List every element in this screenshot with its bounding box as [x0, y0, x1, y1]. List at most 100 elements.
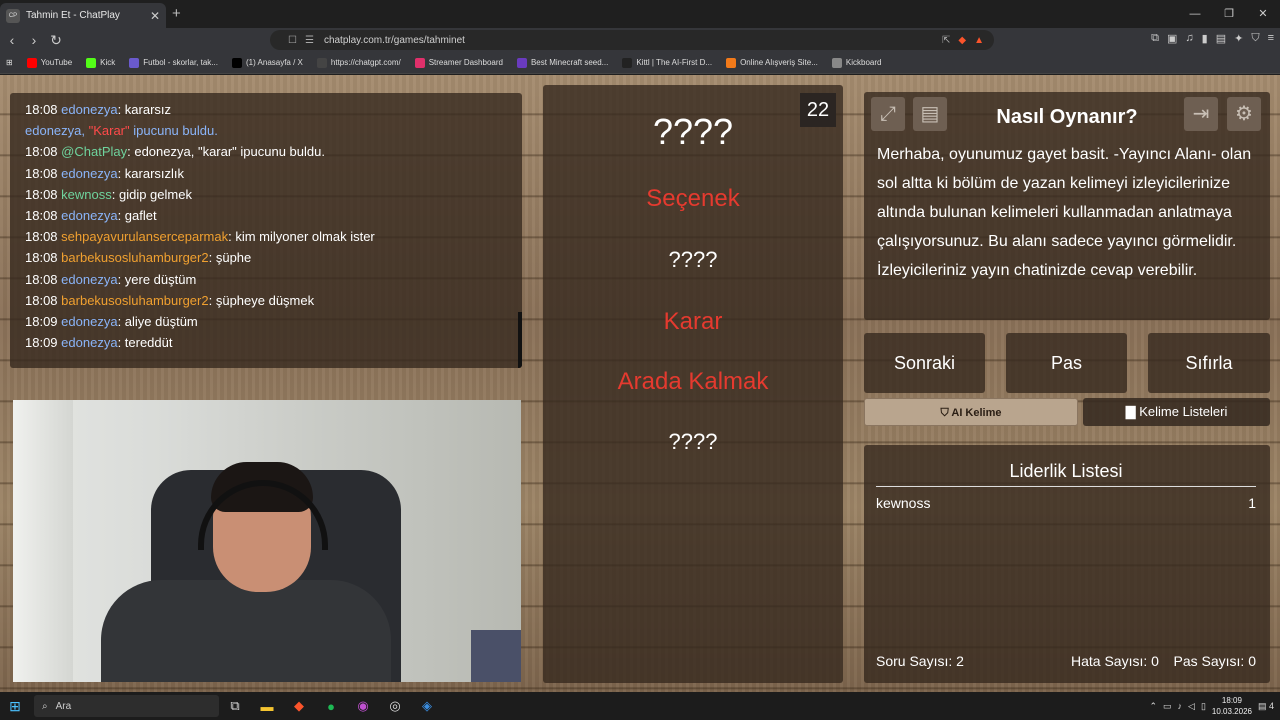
maximize-button[interactable]: ❐: [1212, 0, 1246, 28]
brave-rewards-icon[interactable]: ▲: [974, 35, 984, 46]
wallet-icon[interactable]: ▤: [1216, 32, 1226, 45]
bookmark-item[interactable]: Futbol - skorlar, tak...: [129, 57, 218, 68]
chat-time: 18:09: [25, 313, 58, 329]
bookmark-item[interactable]: Streamer Dashboard: [414, 57, 503, 68]
vpn-icon[interactable]: ⛉: [1251, 32, 1259, 45]
minimize-button[interactable]: —: [1178, 0, 1212, 28]
chat-time: 18:08: [25, 271, 58, 287]
chat-username[interactable]: edonezya: [61, 272, 117, 287]
chat-username[interactable]: barbekusosluhamburger2: [61, 250, 208, 265]
brave-browser-icon[interactable]: ◆: [283, 698, 315, 714]
chat-time: 18:08: [25, 229, 58, 245]
apps-icon[interactable]: ⊞: [6, 58, 13, 67]
file-explorer-icon[interactable]: ▬: [251, 699, 283, 714]
browser-tab[interactable]: CP Tahmin Et - ChatPlay ✕: [0, 3, 166, 28]
battery-icon[interactable]: ▯: [1201, 701, 1206, 712]
bookmark-favicon-icon: [26, 57, 37, 68]
bookmark-label: Streamer Dashboard: [428, 58, 503, 67]
back-icon[interactable]: ‹: [2, 32, 22, 48]
chat-message: 18:08 edonezya: gaflet: [25, 205, 507, 226]
leo-ai-icon[interactable]: ✦: [1234, 32, 1243, 45]
discord-icon[interactable]: ◉: [347, 698, 379, 714]
chat-username[interactable]: @ChatPlay: [61, 144, 127, 159]
address-bar[interactable]: ☐ ☰ chatplay.com.tr/games/tahminet ⇱ ◆ ▲: [270, 30, 994, 50]
reset-button[interactable]: Sıfırla: [1148, 333, 1270, 393]
task-view-icon[interactable]: ⧉: [219, 698, 251, 714]
sidebar-icon[interactable]: ▮: [1202, 32, 1208, 45]
chat-username[interactable]: edonezya: [61, 102, 117, 117]
forward-icon[interactable]: ›: [24, 32, 44, 48]
site-info-icon[interactable]: ☰: [305, 35, 314, 46]
document-icon: ▇: [1125, 404, 1140, 419]
bookmark-favicon-icon: [516, 57, 527, 68]
spotify-icon[interactable]: ●: [315, 699, 347, 714]
brave-shields-icon[interactable]: ◆: [958, 35, 966, 46]
menu-icon[interactable]: ≡: [1268, 32, 1274, 45]
chat-username[interactable]: edonezya,: [25, 123, 89, 138]
chat-message: 18:08 barbekusosluhamburger2: şüpheye dü…: [25, 290, 507, 311]
bookmark-favicon-icon: [831, 57, 842, 68]
chat-username[interactable]: kewnoss: [61, 187, 112, 202]
chat-text: : kim milyoner olmak ister: [228, 229, 375, 245]
chat-username[interactable]: barbekusosluhamburger2: [61, 293, 208, 308]
bookmark-item[interactable]: https://chatgpt.com/: [316, 57, 401, 68]
tray-expand-icon[interactable]: ⌃: [1149, 701, 1157, 712]
chat-scrollbar[interactable]: [518, 312, 522, 368]
bookmark-item[interactable]: Kittl | The AI-First D...: [622, 57, 712, 68]
bookmark-icon[interactable]: ☐: [288, 35, 297, 46]
notification-icon[interactable]: ▤ 4: [1258, 701, 1274, 712]
chat-text: : şüpheye düşmek: [208, 292, 315, 308]
bookmark-item[interactable]: Kickboard: [831, 57, 881, 68]
app-icon[interactable]: ◈: [411, 698, 443, 714]
bookmark-item[interactable]: (1) Anasayfa / X: [231, 57, 303, 68]
chat-time: 18:08: [25, 144, 58, 160]
close-window-button[interactable]: ✕: [1246, 0, 1280, 28]
chat-username[interactable]: edonezya: [61, 166, 117, 181]
bookmark-favicon-icon: [414, 57, 425, 68]
logout-icon[interactable]: ⇥: [1184, 97, 1218, 131]
volume-icon[interactable]: ◁: [1188, 701, 1195, 712]
media-icon[interactable]: ♫: [1185, 32, 1193, 45]
chat-message: 18:08 @ChatPlay: edonezya, "karar" ipucu…: [25, 141, 507, 162]
chat-time: 18:08: [25, 165, 58, 181]
webcam-feed: [13, 400, 521, 682]
bookmark-item[interactable]: Kick: [86, 57, 116, 68]
windows-start-icon[interactable]: ⊞: [0, 698, 30, 715]
new-tab-button[interactable]: +: [172, 5, 181, 22]
chat-message: 18:08 sehpayavurulanserceparmak: kim mil…: [25, 226, 507, 247]
help-panel: ⤢ ▤ Nasıl Oynanır? ⇥ ⚙ Merhaba, oyunumuz…: [864, 92, 1270, 320]
leaderboard-title: Liderlik Listesi: [876, 461, 1256, 487]
chat-username[interactable]: edonezya: [61, 314, 117, 329]
url-text[interactable]: chatplay.com.tr/games/tahminet: [324, 35, 934, 46]
word-panel: 22 ???? Seçenek ???? Karar Arada Kalmak …: [543, 85, 843, 683]
extensions-icon[interactable]: ⧉: [1151, 32, 1159, 45]
bookmark-label: YouTube: [40, 58, 73, 67]
bookmark-item[interactable]: YouTube: [26, 57, 73, 68]
leaderboard-row: kewnoss 1: [876, 495, 1256, 511]
network-icon[interactable]: ▭: [1163, 701, 1172, 712]
word-lists-button[interactable]: ▇ Kelime Listeleri: [1083, 398, 1270, 426]
close-tab-icon[interactable]: ✕: [150, 9, 160, 23]
chat-time: 18:08: [25, 207, 58, 223]
chat-message: 18:08 edonezya: kararsız: [25, 99, 507, 120]
bookmark-label: Best Minecraft seed...: [530, 58, 609, 67]
bookmark-item[interactable]: Best Minecraft seed...: [516, 57, 609, 68]
chatplay-favicon-icon: CP: [6, 8, 20, 23]
clock[interactable]: 18:09 10.03.2026: [1212, 695, 1252, 717]
next-button[interactable]: Sonraki: [864, 333, 985, 393]
screenshot-icon[interactable]: ▣: [1167, 32, 1177, 45]
share-icon[interactable]: ⇱: [942, 35, 950, 46]
pass-button[interactable]: Pas: [1006, 333, 1127, 393]
chat-text: : tereddüt: [117, 335, 173, 351]
taskbar-search[interactable]: ⌕ Ara: [34, 695, 219, 717]
chat-username[interactable]: edonezya: [61, 208, 117, 223]
bookmark-item[interactable]: Online Alışveriş Site...: [726, 57, 818, 68]
mic-icon[interactable]: ♪: [1178, 701, 1183, 711]
ai-word-button[interactable]: ⛉ AI Kelime: [864, 398, 1078, 426]
reload-icon[interactable]: ↻: [46, 32, 66, 49]
settings-gear-icon[interactable]: ⚙: [1227, 97, 1261, 131]
chat-username[interactable]: sehpayavurulanserceparmak: [61, 229, 228, 244]
bookmark-label: Kick: [100, 58, 116, 67]
obs-icon[interactable]: ◎: [379, 698, 411, 714]
chat-username[interactable]: edonezya: [61, 335, 117, 350]
